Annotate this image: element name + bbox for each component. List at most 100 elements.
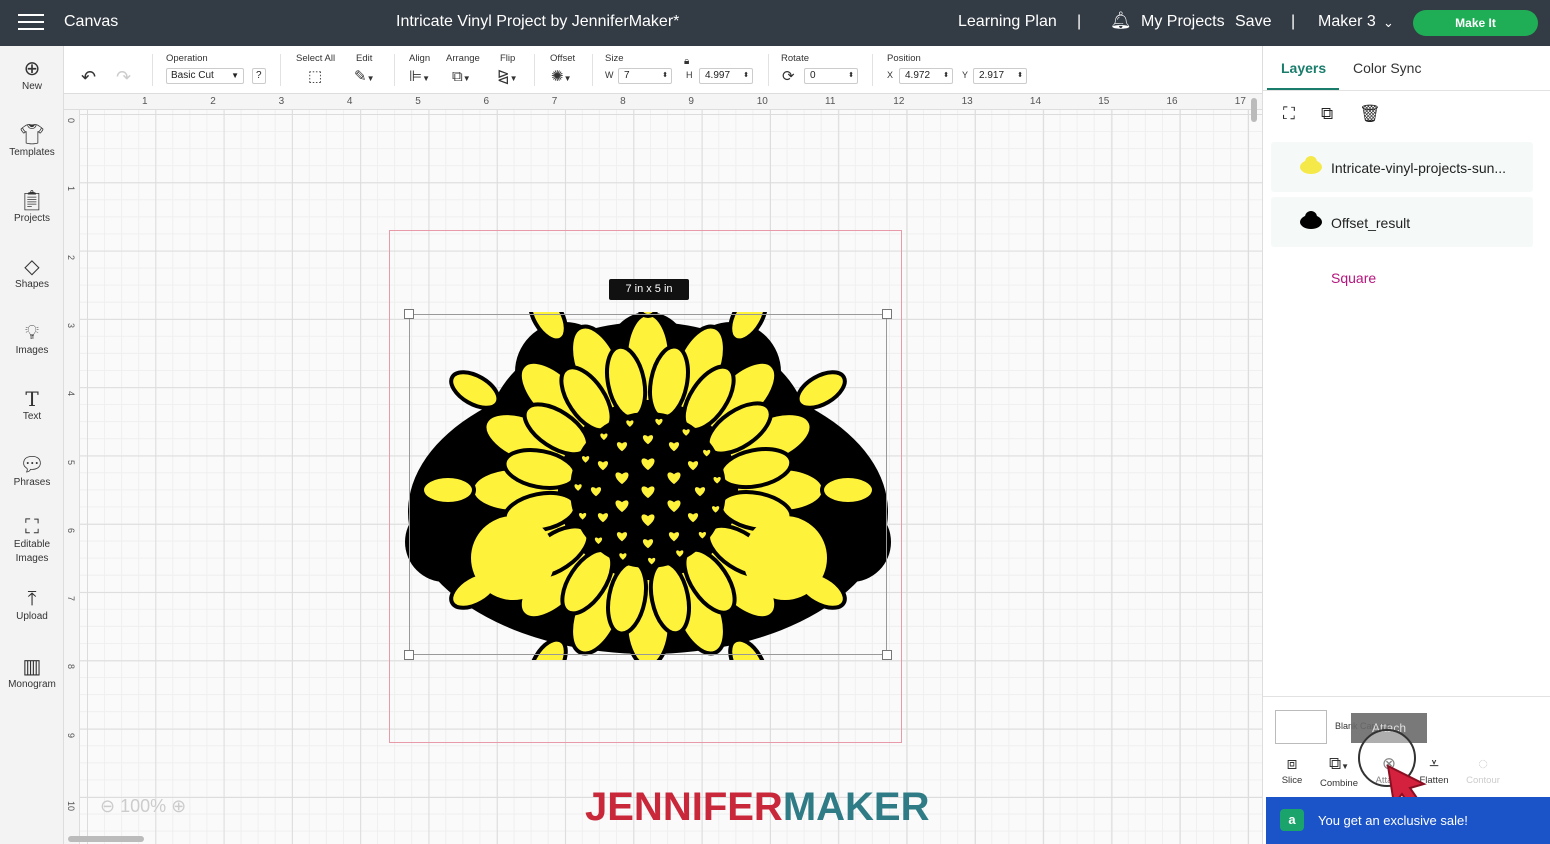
sidebar-item-phrases[interactable]: 💬︎ Phrases <box>0 454 64 490</box>
sidebar-item-images[interactable]: 💡︎ Images <box>0 322 64 358</box>
operation-help-button[interactable]: ? <box>252 68 266 84</box>
stepper-icon[interactable]: ⬍ <box>662 69 668 83</box>
resize-handle[interactable] <box>404 309 414 319</box>
height-input[interactable]: 4.997 ⬍ <box>699 68 753 84</box>
edit-toolbar: ↶ ↷ Operation Basic Cut ▼ ? Select All ⬚ … <box>64 46 1262 94</box>
ruler-top: 1 2 3 4 5 6 7 8 9 10 11 12 13 14 15 16 17 <box>64 94 1262 110</box>
top-bar: Canvas Intricate Vinyl Project by Jennif… <box>0 0 1550 46</box>
sidebar-item-shapes[interactable]: ◇ Shapes <box>0 256 64 292</box>
y-label: Y <box>962 70 969 80</box>
sidebar-item-new[interactable]: ⊕ New <box>0 58 64 94</box>
make-it-button[interactable]: Make It <box>1413 10 1538 36</box>
offset-icon[interactable]: ✺▼ <box>551 69 572 87</box>
select-all-icon[interactable]: ⬚ <box>308 69 322 85</box>
flip-icon[interactable]: ⧎▼ <box>497 69 518 87</box>
arrange-icon[interactable]: ⧉▼ <box>452 69 471 87</box>
resize-handle[interactable] <box>882 309 892 319</box>
ruler-tick-label: 11 <box>825 96 836 107</box>
zoom-in-icon[interactable]: ⊕ <box>171 796 186 816</box>
chevron-down-icon[interactable]: ⌄ <box>1383 15 1394 31</box>
ruler-tick-label: 13 <box>961 96 973 107</box>
rotate-value: 0 <box>810 70 816 81</box>
sidebar-item-upload[interactable]: ⤒ Upload <box>0 588 64 624</box>
contour-button[interactable]: ◌ Contour <box>1455 754 1511 788</box>
layer-thumbnail-icon <box>1300 211 1322 229</box>
resize-handle[interactable] <box>404 650 414 660</box>
sidebar-item-editable-images[interactable]: ⛶ Editable Images <box>0 516 64 566</box>
right-panel: Layers Color Sync ⛶ ⧉ 🗑︎ Intricate-vinyl… <box>1262 46 1550 844</box>
sidebar-item-label: Phrases <box>13 477 51 488</box>
sidebar-item-projects[interactable]: 📋︎ Projects <box>0 190 64 226</box>
ruler-tick-label: 2 <box>66 254 76 260</box>
ruler-tick-label: 12 <box>893 96 905 107</box>
x-position-input[interactable]: 4.972 ⬍ <box>899 68 953 84</box>
my-projects-link[interactable]: My Projects <box>1141 13 1225 31</box>
zoom-out-icon[interactable]: ⊖ <box>100 796 115 816</box>
blank-canvas-swatch[interactable] <box>1275 710 1327 744</box>
redo-icon[interactable]: ↷ <box>116 68 131 86</box>
layer-item[interactable]: Offset_result <box>1271 197 1533 247</box>
ruler-tick-label: 8 <box>620 96 626 107</box>
operation-label: Operation <box>166 53 208 64</box>
ruler-tick-label: 4 <box>346 96 353 107</box>
clipboard-icon: 📋︎ <box>19 190 45 212</box>
lock-icon[interactable]: 🔒︎ <box>684 56 689 67</box>
rotate-label: Rotate <box>781 53 809 64</box>
save-button[interactable]: Save <box>1235 13 1271 31</box>
vertical-scrollbar[interactable] <box>1251 98 1257 122</box>
watermark-part: MAKER <box>782 785 930 829</box>
hamburger-menu-icon[interactable] <box>18 14 44 32</box>
divider: | <box>1077 13 1082 30</box>
watermark-part: JENNIFER <box>585 785 783 829</box>
promo-text: You get an exclusive sale! <box>1318 813 1468 828</box>
bell-icon[interactable]: 🔔︎ <box>1110 11 1132 31</box>
stepper-icon[interactable]: ⬍ <box>1017 69 1023 83</box>
project-title[interactable]: Intricate Vinyl Project by JenniferMaker… <box>396 13 679 31</box>
duplicate-icon[interactable]: ⧉ <box>1321 104 1333 124</box>
edit-pencil-icon[interactable]: ✎▼ <box>354 69 375 87</box>
tab-color-sync[interactable]: Color Sync <box>1353 60 1421 76</box>
undo-icon[interactable]: ↶ <box>81 68 96 86</box>
shapes-icon: ◇ <box>24 256 40 278</box>
width-input[interactable]: 7 ⬍ <box>618 68 672 84</box>
left-sidebar: ⊕ New 👕︎ Templates 📋︎ Projects ◇ Shapes 💡︎ Im… <box>0 46 64 844</box>
group-icon[interactable]: ⛶ <box>1283 104 1295 124</box>
horizontal-scrollbar[interactable] <box>68 836 144 842</box>
trash-icon[interactable]: 🗑︎ <box>1359 104 1381 124</box>
stepper-icon[interactable]: ⬍ <box>743 69 749 83</box>
tab-layers[interactable]: Layers <box>1281 60 1326 76</box>
y-position-input[interactable]: 2.917 ⬍ <box>973 68 1027 84</box>
ruler-tick-label: 6 <box>483 96 490 107</box>
ruler-tick-label: 8 <box>66 664 76 670</box>
stepper-icon[interactable]: ⬍ <box>943 69 949 83</box>
ruler-tick-label: 9 <box>688 96 694 107</box>
zoom-control[interactable]: ⊖ 100% ⊕ <box>100 796 186 817</box>
select-all-label: Select All <box>296 53 336 64</box>
height-value: 4.997 <box>705 70 731 81</box>
layer-item[interactable]: Square <box>1271 252 1533 302</box>
ruler-tick-label: 7 <box>66 596 76 602</box>
rotate-input[interactable]: 0 ⬍ <box>804 68 858 84</box>
operation-select[interactable]: Basic Cut ▼ <box>166 68 244 84</box>
lightbulb-icon: 💡︎ <box>25 322 39 344</box>
upload-icon: ⤒ <box>27 588 37 610</box>
stepper-icon[interactable]: ⬍ <box>848 69 854 83</box>
sidebar-item-label: Images <box>15 345 49 356</box>
machine-selector[interactable]: Maker 3 <box>1318 13 1376 31</box>
align-icon[interactable]: ⊫▼ <box>409 69 430 87</box>
promo-banner[interactable]: a You get an exclusive sale! <box>1266 797 1550 844</box>
sidebar-item-text[interactable]: T Text <box>0 388 64 424</box>
sidebar-item-monogram[interactable]: ▥ Monogram <box>0 656 64 692</box>
layer-thumbnail-icon <box>1300 156 1322 174</box>
operation-value: Basic Cut <box>171 70 214 81</box>
resize-handle[interactable] <box>882 650 892 660</box>
width-value: 7 <box>624 70 630 81</box>
sidebar-item-templates[interactable]: 👕︎ Templates <box>0 124 64 160</box>
layer-item[interactable]: Intricate-vinyl-projects-sun... <box>1271 142 1533 192</box>
ruler-tick-label: 10 <box>756 96 768 107</box>
sidebar-item-label: Templates <box>9 147 55 158</box>
ruler-tick-label: 1 <box>66 186 76 192</box>
learning-plan-link[interactable]: Learning Plan <box>958 13 1057 31</box>
ruler-tick-label: 16 <box>1166 96 1178 107</box>
selection-bounding-box[interactable] <box>409 314 887 655</box>
